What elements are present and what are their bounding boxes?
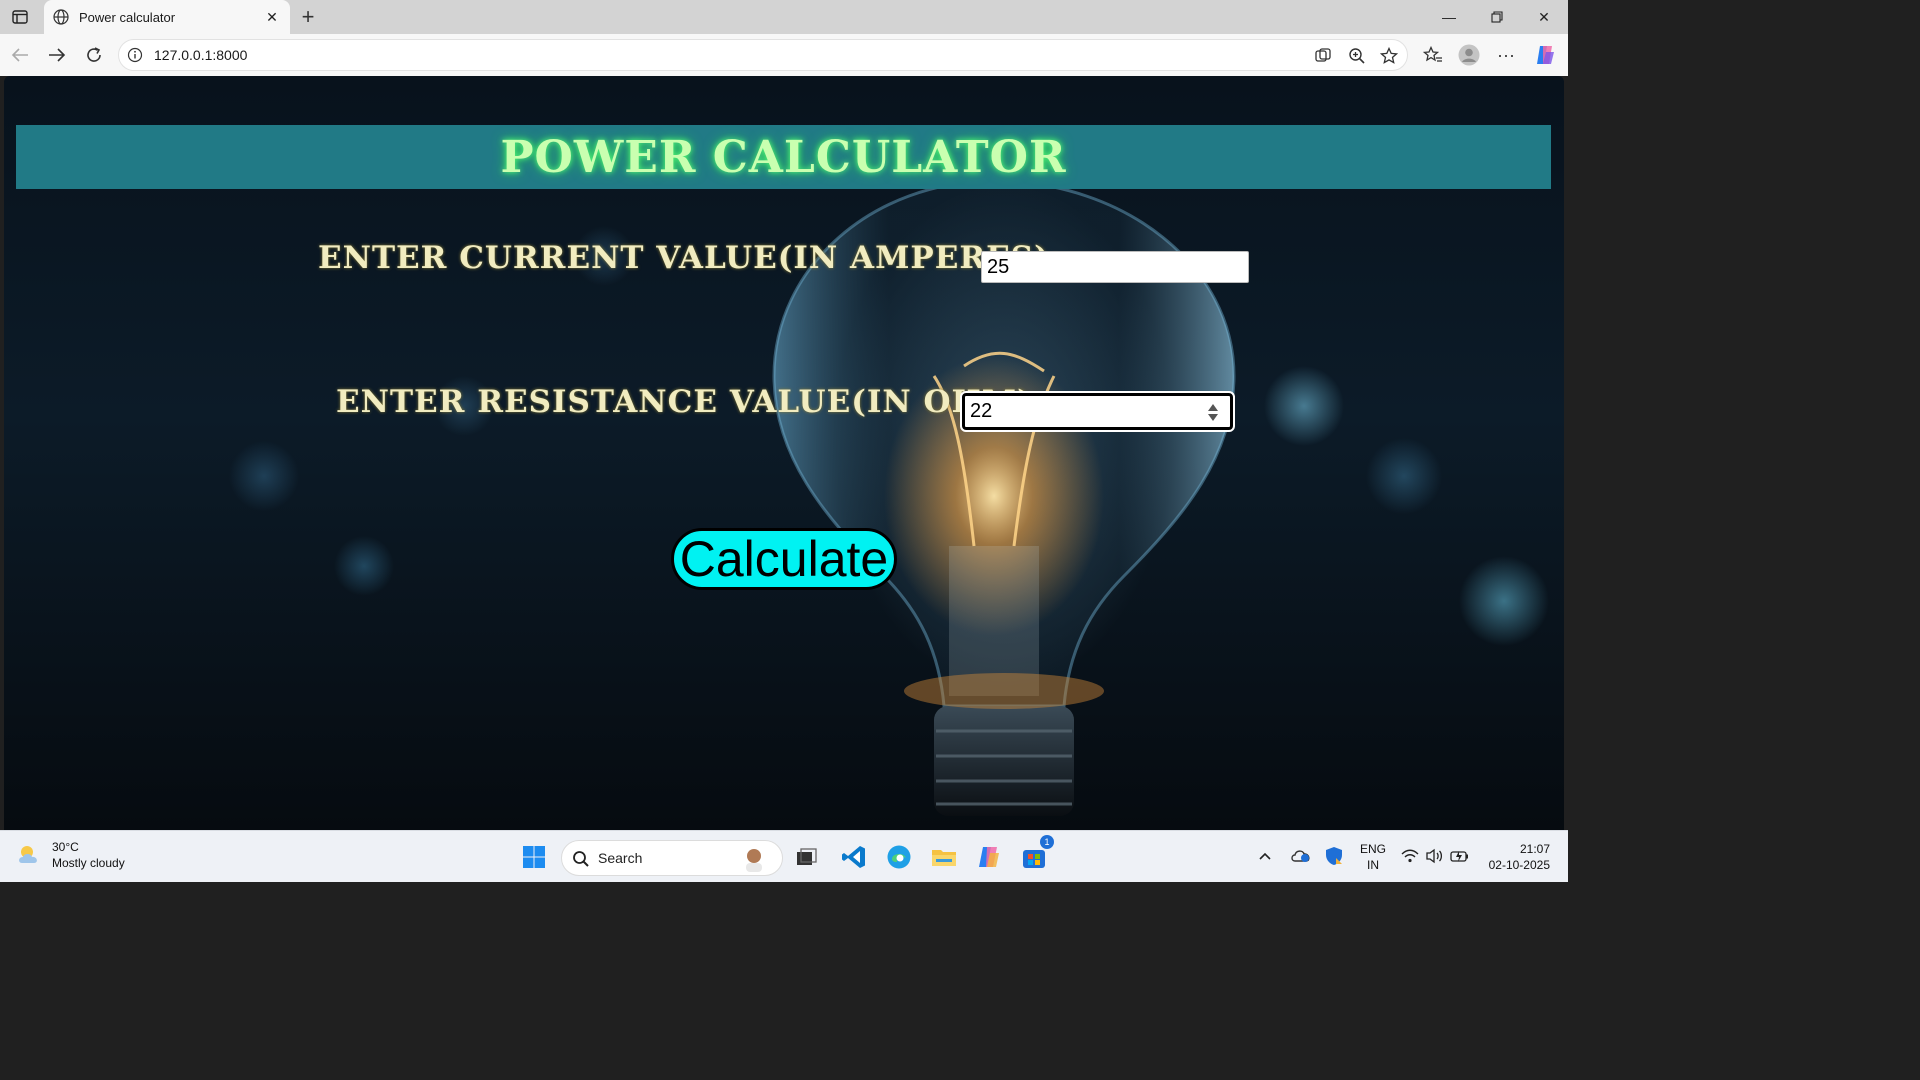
reload-icon[interactable] bbox=[82, 43, 106, 67]
edge-browser-icon[interactable] bbox=[883, 841, 915, 873]
favorites-icon[interactable] bbox=[1422, 44, 1444, 66]
minimize-icon[interactable]: — bbox=[1426, 0, 1472, 34]
read-aloud-icon[interactable] bbox=[1313, 46, 1333, 66]
tab-bar: Power calculator ✕ + — ✕ bbox=[0, 0, 1568, 34]
language-indicator[interactable]: ENG IN bbox=[1360, 841, 1386, 873]
language-code: ENG bbox=[1360, 842, 1387, 856]
taskbar: 30°C Mostly cloudy Search 1 ENG IN 21:07… bbox=[0, 830, 1568, 882]
current-input-value: 25 bbox=[987, 256, 1010, 278]
weather-temp: 30°C bbox=[52, 840, 79, 854]
file-explorer-icon[interactable] bbox=[928, 841, 960, 873]
clock[interactable]: 21:07 02-10-2025 bbox=[1484, 841, 1550, 873]
browser-tab[interactable]: Power calculator ✕ bbox=[44, 0, 290, 34]
clock-time: 21:07 bbox=[1519, 842, 1550, 856]
search-highlight-icon bbox=[746, 849, 762, 872]
tab-title: Power calculator bbox=[79, 9, 176, 25]
resistance-input-value: 22 bbox=[970, 400, 993, 422]
back-icon[interactable] bbox=[8, 43, 32, 67]
forward-icon[interactable] bbox=[45, 43, 69, 67]
page-viewport: POWER CALCULATOR ENTER CURRENT VALUE(IN … bbox=[4, 76, 1564, 830]
url-text: 127.0.0.1:8000 bbox=[154, 47, 248, 63]
close-tab-icon[interactable]: ✕ bbox=[262, 7, 282, 27]
site-info-icon[interactable] bbox=[127, 47, 145, 65]
resistance-label: ENTER RESISTANCE VALUE(IN OHM): bbox=[336, 384, 1046, 420]
volume-icon[interactable] bbox=[1425, 848, 1443, 868]
vscode-icon[interactable] bbox=[838, 841, 870, 873]
lightbulb-background bbox=[772, 179, 1236, 816]
address-bar[interactable]: 127.0.0.1:8000 bbox=[118, 39, 1408, 71]
region-code: IN bbox=[1367, 858, 1379, 872]
more-options-icon[interactable]: ··· bbox=[1495, 44, 1517, 66]
spin-up-icon[interactable] bbox=[1208, 403, 1218, 411]
title-banner: POWER CALCULATOR bbox=[16, 125, 1551, 189]
globe-icon bbox=[52, 8, 70, 26]
taskbar-search[interactable]: Search bbox=[561, 840, 783, 876]
onedrive-icon[interactable] bbox=[1290, 847, 1312, 867]
resistance-input[interactable]: 22 bbox=[960, 391, 1235, 432]
close-window-icon[interactable]: ✕ bbox=[1521, 0, 1567, 34]
new-tab-button[interactable]: + bbox=[296, 4, 320, 29]
restore-icon[interactable] bbox=[1474, 0, 1520, 34]
weather-widget[interactable]: 30°C Mostly cloudy bbox=[16, 839, 125, 871]
copilot-icon[interactable] bbox=[1534, 44, 1556, 66]
zoom-icon[interactable] bbox=[1347, 46, 1367, 66]
calculate-button[interactable]: Calculate bbox=[671, 528, 897, 590]
battery-icon[interactable] bbox=[1450, 848, 1470, 868]
weather-desc: Mostly cloudy bbox=[52, 856, 125, 870]
clock-date: 02-10-2025 bbox=[1488, 858, 1550, 872]
microsoft-store-icon[interactable]: 1 bbox=[1018, 835, 1054, 873]
copilot-app-icon[interactable] bbox=[973, 841, 1005, 873]
store-badge: 1 bbox=[1040, 835, 1054, 849]
search-label: Search bbox=[598, 850, 643, 866]
favorite-star-icon[interactable] bbox=[1379, 46, 1399, 66]
task-view-icon[interactable] bbox=[790, 841, 822, 873]
current-label: ENTER CURRENT VALUE(IN AMPERES): bbox=[318, 240, 1063, 276]
spin-down-icon[interactable] bbox=[1208, 413, 1218, 421]
browser-toolbar: 127.0.0.1:8000 ··· bbox=[0, 34, 1568, 76]
windows-start-icon[interactable] bbox=[518, 841, 550, 873]
show-hidden-icons-chevron[interactable] bbox=[1258, 849, 1272, 865]
current-input[interactable]: 25 bbox=[981, 251, 1249, 283]
cloudy-weather-icon bbox=[19, 846, 37, 863]
profile-avatar-icon[interactable] bbox=[1458, 44, 1480, 66]
search-icon bbox=[573, 851, 589, 867]
wifi-icon[interactable] bbox=[1401, 849, 1419, 867]
page-title: POWER CALCULATOR bbox=[500, 131, 1067, 183]
number-spinner[interactable] bbox=[1206, 400, 1220, 424]
sidebar-toggle-icon[interactable] bbox=[8, 6, 32, 28]
security-shield-icon[interactable] bbox=[1324, 846, 1344, 870]
